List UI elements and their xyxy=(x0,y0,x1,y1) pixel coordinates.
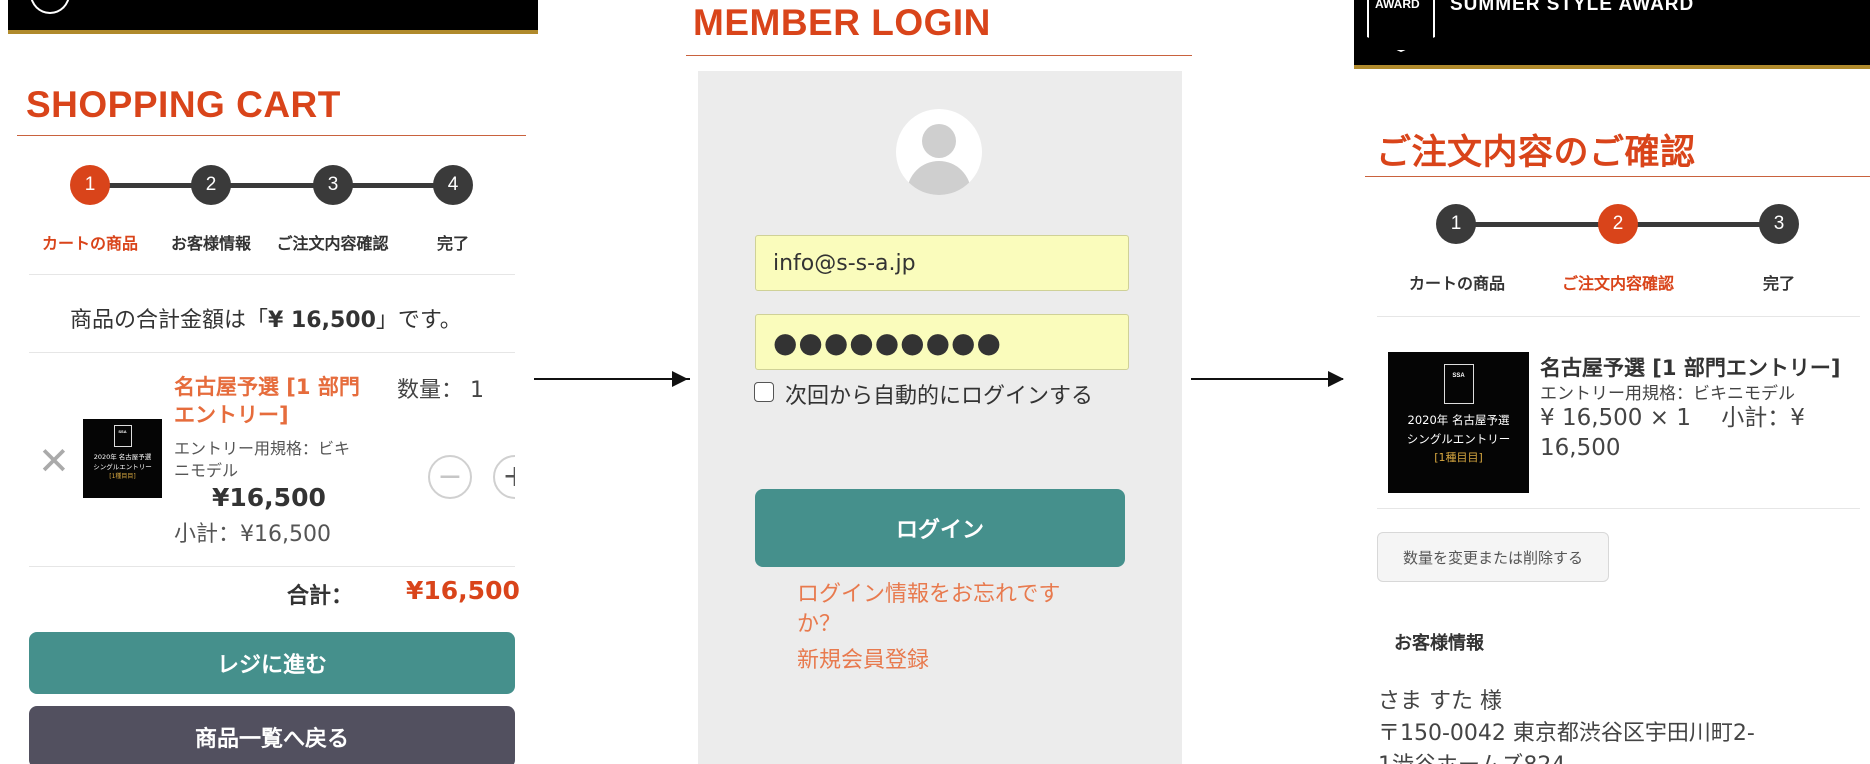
award-title: SUMMER STYLE AWARD xyxy=(1450,0,1695,15)
divider xyxy=(29,352,515,353)
register-link[interactable]: 新規会員登録 xyxy=(797,642,929,674)
increase-quantity-wrapper: + xyxy=(490,450,515,506)
confirm-step-3: 3 xyxy=(1759,204,1799,244)
customer-info-heading: お客様情報 xyxy=(1394,633,1484,654)
thumb-line3: [1種目目] xyxy=(109,473,136,480)
login-button[interactable]: ログイン xyxy=(755,489,1125,567)
thumb-year: 2020年 名古屋予選 xyxy=(1407,413,1510,427)
flow-arrow-1-head xyxy=(672,371,688,387)
cart-page-title: SHOPPING CART xyxy=(26,84,341,125)
confirm-page-title: ご注文内容のご確認 xyxy=(1376,133,1696,173)
title-underline xyxy=(1365,176,1870,177)
cart-step-3-label: ご注文内容確認 xyxy=(276,234,389,253)
cart-step-connector xyxy=(90,183,460,188)
customer-address-line2: 1渋谷ホームズ824 xyxy=(1378,747,1565,764)
order-item-spec: エントリー用規格：ビキニモデル xyxy=(1540,384,1795,404)
flow-arrow-2-head xyxy=(1328,371,1344,387)
cart-step-3: 3 xyxy=(313,165,353,205)
thumb-line3: [1種目目] xyxy=(1434,451,1483,464)
checkout-button[interactable]: レジに進む xyxy=(29,632,515,694)
divider xyxy=(29,274,515,275)
divider xyxy=(29,566,515,567)
product-subtotal: 小計：¥16,500 xyxy=(174,522,331,547)
total-prefix: 商品の合計金額は「 xyxy=(70,308,269,333)
password-field[interactable]: ●●●●●●●●● xyxy=(755,314,1129,370)
remember-me-label[interactable]: 次回から自動的にログインする xyxy=(785,378,1093,410)
product-name-link[interactable]: 名古屋予選 [1 部門エントリー] xyxy=(174,374,374,429)
cart-header-bar xyxy=(8,0,538,34)
total-suffix: 」です。 xyxy=(375,308,462,333)
decrease-quantity-button[interactable]: − xyxy=(428,455,472,499)
thumb-year: 2020年 名古屋予選 xyxy=(93,453,152,461)
confirm-step-1: 1 xyxy=(1436,204,1476,244)
back-to-products-button[interactable]: 商品一覧へ戻る xyxy=(29,706,515,764)
increase-quantity-button[interactable]: + xyxy=(493,455,515,499)
order-item-name: 名古屋予選 [1 部門エントリー] xyxy=(1540,356,1841,380)
grand-total-label: 合計： xyxy=(287,584,354,609)
confirm-step-3-label: 完了 xyxy=(1762,274,1795,293)
thumb-line2: シングルエントリー xyxy=(93,463,152,471)
product-thumbnail: SSA 2020年 名古屋予選 シングルエントリー [1種目目] xyxy=(1388,352,1529,493)
cart-total-message: 商品の合計金額は「¥ 16,500」です。 xyxy=(70,302,462,334)
remember-me-checkbox[interactable] xyxy=(754,382,774,402)
logo-text: AWARD xyxy=(1375,0,1420,11)
cart-step-2-label: お客様情報 xyxy=(170,234,251,253)
grand-total-value: ¥16,500 xyxy=(406,576,520,605)
cart-step-1-label: カートの商品 xyxy=(41,234,138,253)
title-underline xyxy=(686,55,1192,56)
product-price: ¥16,500 xyxy=(212,483,326,512)
email-field[interactable]: info@s-s-a.jp xyxy=(755,235,1129,291)
divider xyxy=(1377,316,1860,317)
thumb-line2: シングルエントリー xyxy=(1406,432,1511,446)
product-quantity: 数量： 1 xyxy=(397,378,484,403)
cart-step-4: 4 xyxy=(433,165,473,205)
product-spec: エントリー用規格：ビキニモデル xyxy=(174,439,351,481)
cart-step-1: 1 xyxy=(70,165,110,205)
forgot-login-link[interactable]: ログイン情報をお忘れですか？ xyxy=(797,580,1087,641)
customer-name: さま すた 様 xyxy=(1378,689,1502,714)
user-avatar-icon xyxy=(896,109,982,195)
title-underline xyxy=(17,135,526,136)
flow-arrow-2-line xyxy=(1191,378,1343,380)
remove-item-icon[interactable]: ✕ xyxy=(38,442,70,480)
thumb-logo-icon: SSA xyxy=(113,425,132,447)
confirm-step-2: 2 xyxy=(1598,204,1638,244)
confirm-step-2-label: ご注文内容確認 xyxy=(1561,274,1674,293)
cart-step-4-label: 完了 xyxy=(436,234,469,253)
divider xyxy=(1377,508,1860,509)
product-thumbnail[interactable]: SSA 2020年 名古屋予選 シングルエントリー [1種目目] xyxy=(83,419,162,498)
customer-address: 〒150-0042 東京都渋谷区宇田川町2- xyxy=(1378,721,1755,746)
login-page-title: MEMBER LOGIN xyxy=(693,2,991,43)
thumb-logo-icon: SSA xyxy=(1443,364,1474,404)
cart-step-2: 2 xyxy=(191,165,231,205)
order-item-price: ¥ 16,500 × 1 小計：¥ 16,500 xyxy=(1540,405,1805,462)
flow-arrow-1-line xyxy=(534,378,690,380)
confirm-step-1-label: カートの商品 xyxy=(1408,274,1505,293)
total-amount: ¥ 16,500 xyxy=(268,308,376,333)
change-quantity-button[interactable]: 数量を変更または削除する xyxy=(1377,532,1609,582)
